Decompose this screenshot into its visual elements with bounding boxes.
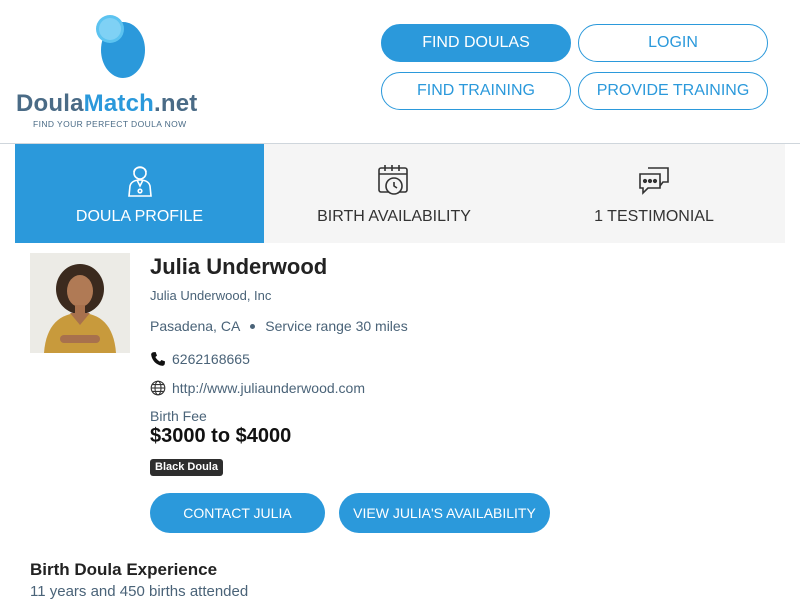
phone-number[interactable]: 6262168665 xyxy=(172,351,250,367)
tab-label: BIRTH AVAILABILITY xyxy=(317,208,471,225)
tab-label: DOULA PROFILE xyxy=(75,208,204,225)
tab-birth-availability[interactable]: BIRTH AVAILABILITY xyxy=(264,144,524,243)
fee-value: $3000 to $4000 xyxy=(150,425,292,447)
doula-name: Julia Underwood xyxy=(150,254,328,279)
experience-title: Birth Doula Experience xyxy=(30,560,218,579)
tab-testimonial[interactable]: 1 TESTIMONIAL xyxy=(524,144,784,243)
site-logo[interactable]: DoulaMatch.net FIND YOUR PERFECT DOULA N… xyxy=(16,12,226,132)
phone-row[interactable]: 6262168665 xyxy=(150,351,250,367)
tab-doula-profile[interactable]: DOULA PROFILE xyxy=(15,144,264,243)
chat-bubbles-icon xyxy=(639,167,669,195)
globe-icon xyxy=(150,380,166,396)
find-training-button[interactable]: FIND TRAINING xyxy=(381,72,571,110)
status-badge: Black Doula xyxy=(150,459,223,476)
website-link[interactable]: http://www.juliaunderwood.com xyxy=(172,380,365,396)
website-row[interactable]: http://www.juliaunderwood.com xyxy=(150,380,365,396)
site-header: DoulaMatch.net FIND YOUR PERFECT DOULA N… xyxy=(0,0,800,144)
location-row: Pasadena, CA Service range 30 miles xyxy=(150,318,408,334)
logo-tagline: FIND YOUR PERFECT DOULA NOW xyxy=(33,119,187,129)
tab-label: 1 TESTIMONIAL xyxy=(594,208,714,225)
profile-tabs: DOULA PROFILE BIRTH AVAILABILITY 1 TESTI… xyxy=(15,144,785,243)
portrait-image xyxy=(30,253,130,353)
find-doulas-button[interactable]: FIND DOULAS xyxy=(381,24,571,62)
fee-label: Birth Fee xyxy=(150,408,207,424)
doula-photo xyxy=(30,253,130,353)
separator-dot xyxy=(250,323,256,329)
logo-mark-icon xyxy=(96,15,145,78)
location-text: Pasadena, CA xyxy=(150,318,241,334)
calendar-clock-icon xyxy=(378,165,408,195)
login-button[interactable]: LOGIN xyxy=(578,24,768,62)
experience-text: 11 years and 450 births attended xyxy=(30,583,249,600)
logo-wordmark: DoulaMatch.net xyxy=(16,90,198,117)
view-availability-button[interactable]: VIEW JULIA'S AVAILABILITY xyxy=(339,493,550,533)
phone-icon xyxy=(151,352,165,366)
contact-button[interactable]: CONTACT JULIA xyxy=(150,493,325,533)
doula-company: Julia Underwood, Inc xyxy=(150,288,272,303)
provide-training-button[interactable]: PROVIDE TRAINING xyxy=(578,72,768,110)
service-range-text: Service range 30 miles xyxy=(265,318,408,334)
person-icon xyxy=(127,166,152,197)
